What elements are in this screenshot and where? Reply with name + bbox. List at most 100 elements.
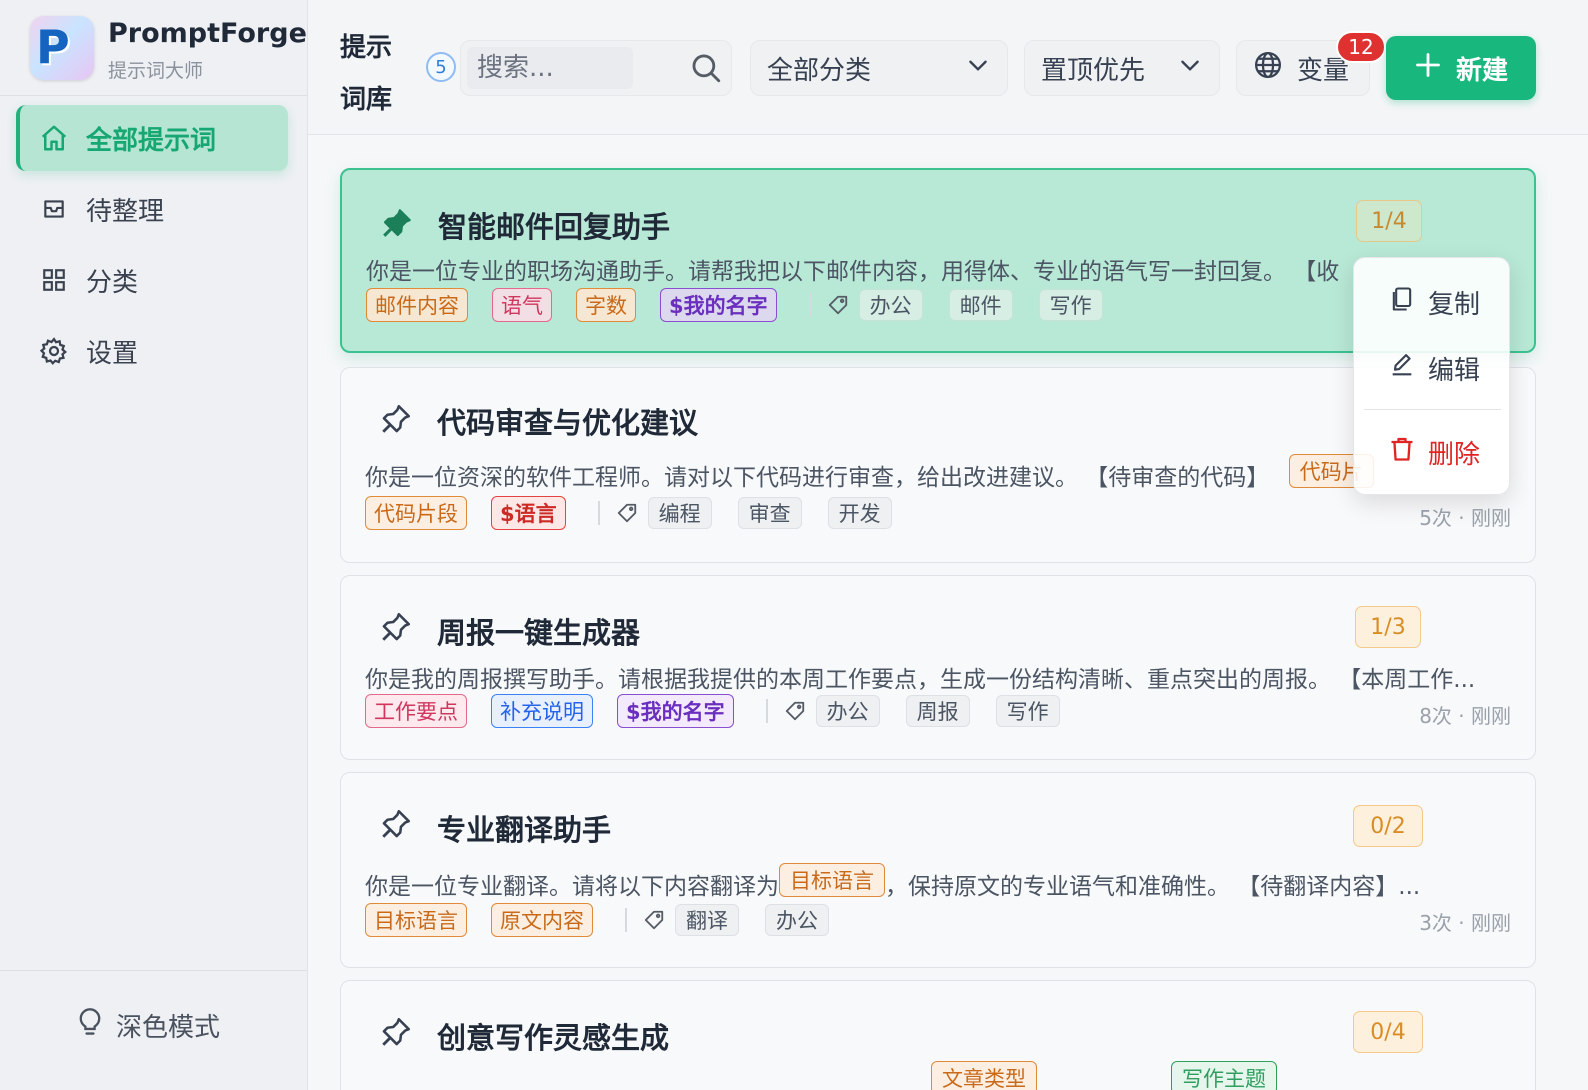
globe-icon bbox=[1253, 50, 1283, 87]
category-tag[interactable]: 写作 bbox=[995, 695, 1060, 727]
category-tag[interactable]: 编程 bbox=[647, 497, 712, 529]
variable-tag[interactable]: 目标语言 bbox=[365, 903, 467, 937]
prompt-card[interactable]: 周报一键生成器 1/3 你是我的周报撰写助手。请根据我提供的本周工作要点，生成一… bbox=[340, 575, 1536, 760]
pin-outline-icon[interactable] bbox=[379, 402, 413, 440]
sidebar-item-label: 全部提示词 bbox=[86, 125, 217, 156]
sidebar-item-settings[interactable]: 设置 bbox=[16, 318, 288, 384]
app-logo: P bbox=[30, 16, 94, 80]
brand: P PromptForge 提示词大师 bbox=[0, 0, 307, 96]
variable-tag[interactable]: 代码片段 bbox=[365, 496, 467, 530]
description-text: 你是一位专业翻译。请将以下内容翻译为 bbox=[365, 874, 779, 900]
tag-icon bbox=[643, 909, 665, 931]
plus-icon bbox=[1414, 51, 1442, 86]
app-name: PromptForge bbox=[108, 18, 307, 49]
variable-tag[interactable]: 工作要点 bbox=[365, 694, 467, 728]
gear-icon bbox=[38, 335, 70, 367]
variable-tag[interactable]: 语气 bbox=[492, 288, 552, 322]
chevron-down-icon bbox=[965, 52, 991, 85]
home-icon bbox=[38, 122, 70, 154]
chevron-down-icon bbox=[1177, 52, 1203, 85]
grid-icon bbox=[38, 264, 70, 296]
sidebar: P PromptForge 提示词大师 全部提示词 待整理 分类 设置 深色模式 bbox=[0, 0, 308, 1090]
variable-tag[interactable]: $我的名字 bbox=[617, 694, 734, 728]
card-tags: 邮件内容 语气 字数 $我的名字 办公 邮件 写作 bbox=[366, 288, 1129, 322]
variable-tag[interactable]: $语言 bbox=[491, 496, 566, 530]
copy-icon bbox=[1388, 285, 1416, 320]
sort-select[interactable]: 置顶优先 bbox=[1024, 40, 1220, 96]
category-tag[interactable]: 办公 bbox=[815, 695, 880, 727]
category-select-value: 全部分类 bbox=[767, 55, 872, 86]
inbox-icon bbox=[38, 193, 70, 225]
prompt-card[interactable]: 创意写作灵感生成 0/4 文章类型 写作主题 bbox=[340, 980, 1536, 1090]
card-title: 周报一键生成器 bbox=[437, 616, 641, 650]
variable-tag[interactable]: 字数 bbox=[576, 288, 636, 322]
usage-meta: 5次 · 刚刚 bbox=[1419, 506, 1511, 530]
variables-count-badge: 12 bbox=[1336, 31, 1386, 63]
variable-tag[interactable]: $我的名字 bbox=[660, 288, 777, 322]
category-tag[interactable]: 办公 bbox=[858, 289, 923, 321]
card-description: 你是一位专业的职场沟通助手。请帮我把以下邮件内容，用得体、专业的语气写一封回复。… bbox=[366, 259, 1340, 285]
delete-menu-item[interactable]: 删除 bbox=[1354, 424, 1511, 480]
card-title: 专业翻译助手 bbox=[437, 813, 612, 847]
category-tag[interactable]: 写作 bbox=[1038, 289, 1103, 321]
sidebar-item-inbox[interactable]: 待整理 bbox=[16, 176, 288, 242]
category-select[interactable]: 全部分类 bbox=[750, 40, 1008, 96]
sort-select-value: 置顶优先 bbox=[1041, 55, 1146, 86]
description-text: 你是一位资深的软件工程师。请对以下代码进行审查，给出改进建议。 【待审查的代码】 bbox=[365, 465, 1270, 491]
divider bbox=[808, 293, 811, 317]
usage-meta: 3次 · 刚刚 bbox=[1419, 911, 1511, 935]
variable-progress: 1/4 bbox=[1356, 200, 1422, 242]
app-subtitle: 提示词大师 bbox=[108, 60, 204, 82]
search-input[interactable] bbox=[467, 47, 633, 89]
inline-variable-tag[interactable]: 写作主题 bbox=[1171, 1061, 1277, 1090]
dark-mode-label: 深色模式 bbox=[116, 1013, 221, 1043]
divider bbox=[625, 908, 627, 932]
sidebar-item-label: 待整理 bbox=[86, 196, 165, 227]
inline-variable-tag[interactable]: 文章类型 bbox=[931, 1061, 1037, 1090]
copy-menu-item[interactable]: 复制 bbox=[1354, 274, 1511, 330]
card-title: 智能邮件回复助手 bbox=[438, 210, 671, 244]
variable-tag[interactable]: 补充说明 bbox=[491, 694, 593, 728]
pin-outline-icon[interactable] bbox=[379, 1015, 413, 1053]
header: 提示词库 5 全部分类 置顶优先 变量 12 新建 bbox=[308, 0, 1588, 135]
divider bbox=[765, 699, 768, 723]
search-box bbox=[460, 40, 732, 96]
sidebar-item-categories[interactable]: 分类 bbox=[16, 247, 288, 313]
variable-tag[interactable]: 邮件内容 bbox=[366, 288, 468, 322]
sidebar-item-label: 设置 bbox=[86, 338, 139, 369]
card-description: 你是我的周报撰写助手。请根据我提供的本周工作要点，生成一份结构清晰、重点突出的周… bbox=[365, 667, 1476, 693]
category-tag[interactable]: 翻译 bbox=[675, 904, 739, 936]
category-tag[interactable]: 邮件 bbox=[948, 289, 1013, 321]
card-title: 代码审查与优化建议 bbox=[437, 406, 699, 440]
variable-progress: 0/2 bbox=[1353, 805, 1423, 847]
menu-divider bbox=[1364, 409, 1501, 410]
category-tag[interactable]: 周报 bbox=[905, 695, 970, 727]
new-button-label: 新建 bbox=[1455, 55, 1508, 86]
card-title: 创意写作灵感生成 bbox=[437, 1021, 670, 1055]
divider bbox=[597, 501, 600, 525]
tag-icon bbox=[616, 502, 638, 524]
card-tags: 代码片段 $语言 编程 审查 开发 bbox=[365, 496, 918, 530]
variable-tag[interactable]: 原文内容 bbox=[491, 903, 593, 937]
edit-menu-item[interactable]: 编辑 bbox=[1354, 340, 1511, 396]
card-description: 你是一位资深的软件工程师。请对以下代码进行审查，给出改进建议。 【待审查的代码】… bbox=[365, 453, 1374, 496]
pin-filled-icon[interactable] bbox=[380, 206, 414, 244]
variable-progress: 1/3 bbox=[1355, 606, 1421, 648]
pin-outline-icon[interactable] bbox=[379, 807, 413, 845]
card-description: 你是一位专业翻译。请将以下内容翻译为 目标语言 ，保持原文的专业语气和准确性。 【待… bbox=[365, 862, 1420, 905]
new-prompt-button[interactable]: 新建 bbox=[1386, 36, 1536, 100]
dark-mode-toggle[interactable]: 深色模式 bbox=[76, 1007, 220, 1044]
pin-outline-icon[interactable] bbox=[379, 610, 413, 648]
inline-variable-tag[interactable]: 目标语言 bbox=[779, 862, 885, 897]
tag-icon bbox=[784, 700, 806, 722]
category-tag[interactable]: 开发 bbox=[827, 497, 892, 529]
tag-icon bbox=[827, 294, 849, 316]
prompt-count-badge: 5 bbox=[426, 52, 456, 82]
variable-progress: 0/4 bbox=[1353, 1011, 1423, 1053]
card-tags: 工作要点 补充说明 $我的名字 办公 周报 写作 bbox=[365, 694, 1086, 728]
category-tag[interactable]: 审查 bbox=[737, 497, 802, 529]
prompt-card[interactable]: 专业翻译助手 0/2 你是一位专业翻译。请将以下内容翻译为 目标语言 ，保持原文的专… bbox=[340, 772, 1536, 968]
search-icon[interactable] bbox=[689, 51, 723, 89]
sidebar-item-all-prompts[interactable]: 全部提示词 bbox=[16, 105, 288, 171]
category-tag[interactable]: 办公 bbox=[765, 904, 829, 936]
